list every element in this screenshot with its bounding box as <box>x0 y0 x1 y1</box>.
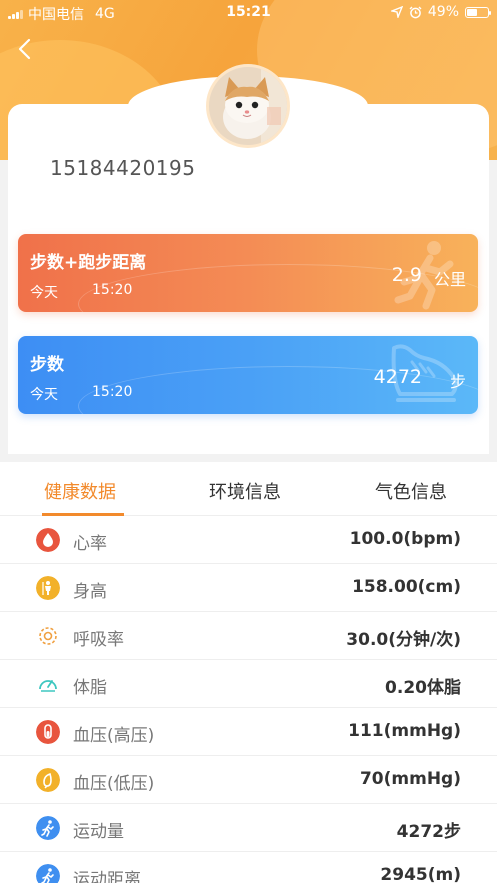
distance-icon <box>36 864 60 883</box>
tab-complexion-info[interactable]: 气色信息 <box>375 478 447 504</box>
height-icon <box>36 576 60 600</box>
card-unit: 公里 <box>433 270 466 289</box>
card-date: 今天 <box>30 285 58 301</box>
metric-name: 呼吸率 <box>73 630 124 650</box>
metric-value: 111(mmHg) <box>348 721 461 741</box>
metric-value: 158.00(cm) <box>352 577 461 597</box>
metric-name: 心率 <box>73 534 107 554</box>
avatar[interactable] <box>206 64 290 148</box>
cat-avatar-image <box>209 67 287 145</box>
metric-row-body-fat[interactable]: 体脂 0.20体脂 <box>0 660 497 708</box>
exercise-icon <box>36 816 60 840</box>
metric-value: 2945(m) <box>380 865 461 883</box>
metric-value: 4272步 <box>396 822 461 842</box>
tab-health-data[interactable]: 健康数据 <box>44 478 116 504</box>
back-button[interactable] <box>14 36 38 62</box>
card-title: 步数+跑步距离 <box>30 253 147 273</box>
card-time: 15:20 <box>92 282 133 298</box>
metric-row-height[interactable]: 身高 158.00(cm) <box>0 564 497 612</box>
heart-rate-icon <box>36 528 60 552</box>
metric-name: 身高 <box>73 582 107 602</box>
body-fat-icon <box>39 680 57 692</box>
metric-row-blood-pressure-low[interactable]: 血压(低压) 70(mmHg) <box>0 756 497 804</box>
metric-name: 血压(低压) <box>73 774 155 794</box>
metric-value: 30.0(分钟/次) <box>346 630 461 650</box>
blood-pressure-low-icon <box>36 768 60 792</box>
metric-row-exercise-amount[interactable]: 运动量 4272步 <box>0 804 497 852</box>
alarm-icon <box>409 6 422 18</box>
metric-name: 血压(高压) <box>73 726 155 746</box>
tab-environment-info[interactable]: 环境信息 <box>209 478 281 504</box>
health-data-panel: 健康数据 环境信息 气色信息 心率 100.0(bpm) 身高 158.00(c… <box>0 462 497 883</box>
metric-name: 运动量 <box>73 822 124 842</box>
metric-row-breathing-rate[interactable]: 呼吸率 30.0(分钟/次) <box>0 612 497 660</box>
battery-icon <box>465 6 491 18</box>
metric-value: 100.0(bpm) <box>349 529 461 549</box>
card-title: 步数 <box>30 355 64 375</box>
metric-name: 体脂 <box>73 678 107 698</box>
card-time: 15:20 <box>92 384 133 400</box>
location-icon <box>390 6 403 18</box>
metric-row-heart-rate[interactable]: 心率 100.0(bpm) <box>0 516 497 564</box>
phone-number: 15184420195 <box>50 156 196 180</box>
card-value: 2.9 <box>391 264 422 286</box>
tab-bar: 健康数据 环境信息 气色信息 <box>0 462 497 516</box>
battery-percent: 49% <box>427 4 459 20</box>
status-bar: 中国电信 4G 15:21 49% <box>0 0 497 26</box>
steps-card[interactable]: 步数 今天 15:20 4272 步 <box>18 336 478 414</box>
metric-value: 70(mmHg) <box>359 769 461 789</box>
breathing-icon <box>39 627 57 645</box>
card-date: 今天 <box>30 387 58 403</box>
card-unit: 步 <box>449 372 466 391</box>
metric-row-blood-pressure-high[interactable]: 血压(高压) 111(mmHg) <box>0 708 497 756</box>
blood-pressure-high-icon <box>36 720 60 744</box>
metric-row-exercise-distance[interactable]: 运动距离 2945(m) <box>0 852 497 883</box>
metric-name: 运动距离 <box>73 870 141 883</box>
card-value: 4272 <box>373 366 422 388</box>
metric-value: 0.20体脂 <box>385 678 461 698</box>
steps-distance-card[interactable]: 步数+跑步距离 今天 15:20 2.9 公里 <box>18 234 478 312</box>
chevron-left-icon <box>18 38 31 60</box>
